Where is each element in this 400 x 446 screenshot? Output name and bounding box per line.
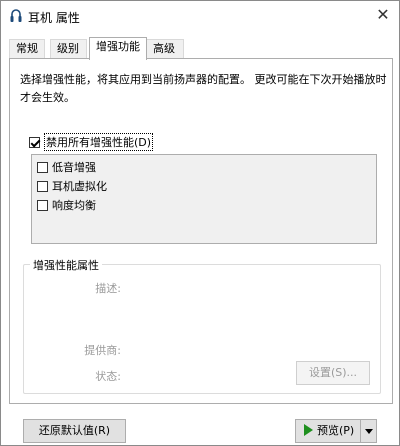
checkbox-checked-icon[interactable] <box>29 136 40 148</box>
close-button[interactable]: ✕ <box>367 1 399 31</box>
enhancement-label: 低音增强 <box>52 161 96 174</box>
play-icon <box>304 424 313 436</box>
headphone-icon <box>10 9 22 22</box>
disable-all-enhancements-checkbox[interactable]: 禁用所有增强性能(D) <box>29 133 154 151</box>
checkbox-icon[interactable] <box>37 180 48 192</box>
restore-defaults-button[interactable]: 还原默认值(R) <box>23 419 126 443</box>
enhancement-item-loudness-equalization[interactable]: 响度均衡 <box>37 197 96 213</box>
properties-window: 耳机 属性 ✕ 常规 级别 增强功能 高级 选择增强性能，将其应用到当前扬声器的… <box>0 0 400 446</box>
settings-button[interactable]: 设置(S)... <box>296 361 370 385</box>
status-label: 状态: <box>95 370 121 383</box>
checkbox-icon[interactable] <box>37 199 48 211</box>
provider-label: 提供商: <box>84 344 121 357</box>
enhancements-list: 低音增强 耳机虚拟化 响度均衡 <box>31 154 377 244</box>
title-bar: 耳机 属性 ✕ <box>1 1 399 31</box>
enhancements-description: 选择增强性能，将其应用到当前扬声器的配置。 更改可能在下次开始播放时才会生效。 <box>20 73 387 104</box>
tab-levels[interactable]: 级别 <box>50 39 87 59</box>
preview-label: 预览(P) <box>317 424 355 437</box>
properties-group-title: 增强性能属性 <box>30 257 102 273</box>
tab-advanced[interactable]: 高级 <box>146 39 184 59</box>
enhancement-label: 耳机虚拟化 <box>52 180 107 193</box>
tab-general[interactable]: 常规 <box>9 39 45 59</box>
enhancement-item-headphone-virtualization[interactable]: 耳机虚拟化 <box>37 178 107 194</box>
enhancement-item-bass-boost[interactable]: 低音增强 <box>37 159 96 175</box>
preview-split-button[interactable]: 预览(P) <box>295 419 377 443</box>
enhancement-label: 响度均衡 <box>52 199 96 212</box>
tab-strip: 常规 级别 增强功能 高级 <box>9 37 393 60</box>
tab-enhancements[interactable]: 增强功能 <box>89 37 147 60</box>
dropdown-arrow-icon[interactable] <box>360 420 376 442</box>
disable-all-label: 禁用所有增强性能(D) <box>44 133 154 151</box>
checkbox-icon[interactable] <box>37 161 48 173</box>
window-title: 耳机 属性 <box>28 11 80 25</box>
description-label: 描述: <box>95 282 121 295</box>
